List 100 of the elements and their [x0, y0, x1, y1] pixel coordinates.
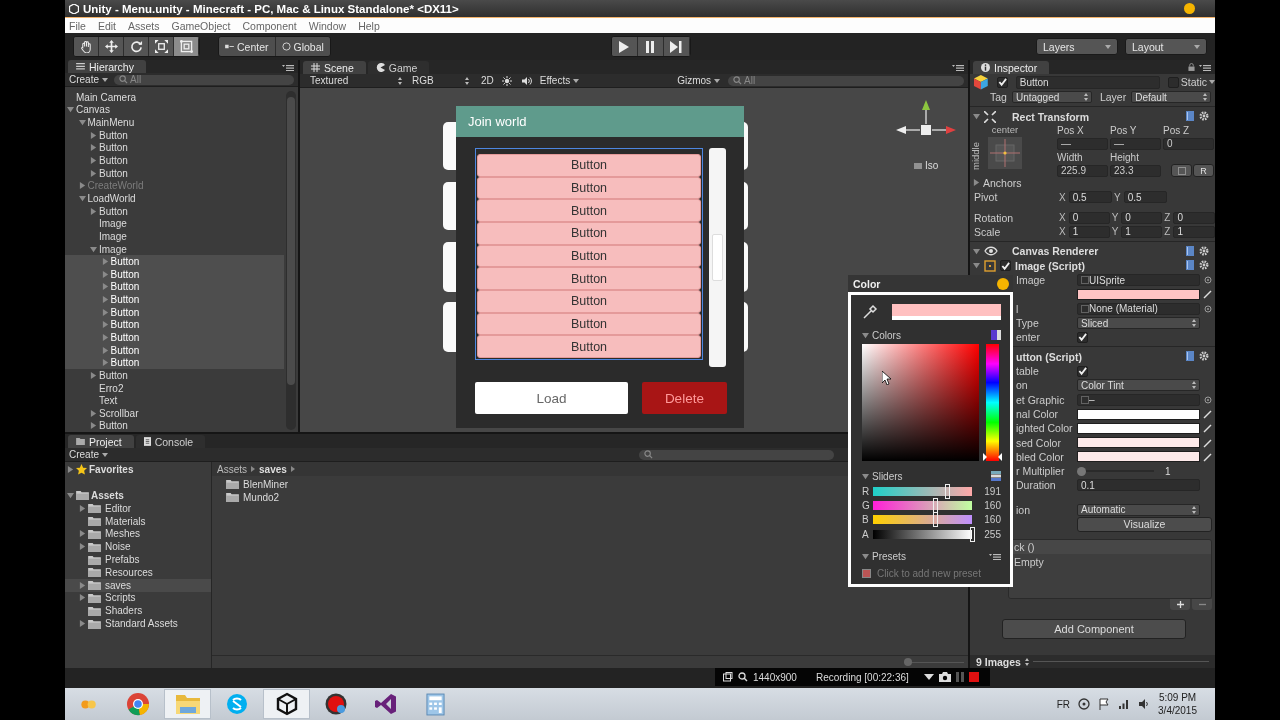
book-icon[interactable] [1185, 246, 1195, 256]
gear-icon[interactable] [1199, 351, 1209, 362]
tool-button[interactable] [124, 37, 149, 56]
list-button[interactable]: Button [477, 290, 701, 313]
list-button[interactable]: Button [477, 176, 701, 200]
panel-tab[interactable]: Inspector [973, 61, 1050, 74]
layout-dropdown[interactable]: Layout [1125, 38, 1207, 55]
number-field[interactable]: 1 [1068, 225, 1110, 238]
projection-label[interactable]: Iso [914, 160, 939, 171]
tree-item[interactable]: Button [65, 128, 284, 142]
name-field[interactable]: Button [1015, 75, 1160, 89]
create-dropdown[interactable]: Create [69, 449, 108, 460]
list-button[interactable]: Button [477, 199, 701, 222]
expand-arrow-icon[interactable] [862, 331, 869, 339]
menu-item[interactable]: File [69, 19, 86, 32]
expand-arrow-icon[interactable] [67, 491, 74, 499]
help-icon[interactable] [1078, 698, 1091, 710]
gear-icon[interactable] [1199, 111, 1209, 122]
list-button[interactable]: Button [477, 222, 701, 245]
tree-item[interactable]: Scrollbar [65, 407, 284, 420]
panel-tab[interactable]: Hierarchy [68, 60, 146, 73]
expand-arrow-icon[interactable] [973, 179, 980, 187]
eyedropper-icon[interactable] [1202, 423, 1213, 434]
number-field[interactable]: — [1057, 137, 1108, 150]
tree-item[interactable]: Noise [65, 540, 211, 554]
eyedropper-icon[interactable] [862, 303, 878, 320]
checkbox[interactable] [1077, 331, 1088, 343]
book-icon[interactable] [1185, 111, 1195, 122]
expand-arrow-icon[interactable] [90, 131, 97, 139]
expand-arrow-icon[interactable] [90, 207, 97, 215]
channel-value[interactable]: 255 [975, 528, 1001, 540]
number-field[interactable]: 0.5 [1123, 191, 1167, 204]
tree-item[interactable]: Button [65, 331, 284, 344]
gizmos-dropdown[interactable]: Gizmos [677, 75, 721, 86]
expand-arrow-icon[interactable] [90, 371, 97, 379]
lock-icon[interactable] [1188, 63, 1195, 71]
component-checkbox[interactable] [1000, 260, 1011, 272]
eyedropper-icon[interactable] [1202, 409, 1213, 419]
expand-arrow-icon[interactable] [79, 581, 86, 589]
dropdown[interactable]: Color Tint [1077, 379, 1200, 392]
eyedropper-icon[interactable] [1202, 289, 1213, 300]
menu-item[interactable]: GameObject [171, 19, 231, 32]
play-button[interactable] [611, 37, 638, 56]
flag-icon[interactable] [1098, 698, 1111, 710]
slider-thumb[interactable] [969, 526, 975, 542]
color-swatch[interactable] [1077, 437, 1200, 449]
menu-item[interactable]: Window [308, 19, 347, 32]
tool-button[interactable] [74, 37, 99, 56]
zoom-icon[interactable] [723, 672, 733, 682]
camera-icon[interactable] [938, 672, 951, 682]
clock-date[interactable]: 3/4/2015 [1158, 705, 1197, 716]
palette-icon[interactable] [991, 330, 1001, 340]
search-field[interactable] [639, 449, 834, 460]
component-title[interactable]: Canvas Renderer [1012, 245, 1099, 258]
menu-icon[interactable] [1199, 64, 1211, 71]
number-field[interactable]: 1 [1121, 225, 1163, 238]
pause-button[interactable] [637, 37, 664, 56]
zoom-slider[interactable] [904, 658, 964, 666]
delete-button[interactable]: Delete [641, 382, 727, 414]
tree-item[interactable]: Button [65, 369, 284, 382]
list-button[interactable]: Button [477, 267, 701, 291]
space-toggle[interactable]: Global [275, 37, 330, 56]
menu-item[interactable]: Edit [97, 19, 116, 32]
tree-item[interactable]: Editor [65, 502, 211, 515]
book-icon[interactable] [1185, 260, 1195, 271]
tree-item[interactable]: Button [65, 141, 284, 155]
tool-button[interactable] [174, 37, 199, 56]
slider-thumb[interactable] [932, 498, 938, 514]
resolution-label[interactable]: 1440x900 [753, 671, 797, 683]
target-icon[interactable] [1203, 276, 1212, 285]
channel-slider[interactable] [873, 486, 972, 496]
list-button[interactable]: Button [477, 244, 701, 268]
stop-icon[interactable] [968, 672, 979, 682]
panel-tab[interactable]: Project [68, 435, 134, 448]
tree-item[interactable]: LoadWorld [65, 192, 284, 205]
tree-item[interactable]: Button [65, 293, 284, 306]
breadcrumb-item[interactable]: Assets [217, 463, 247, 475]
tree-item[interactable]: Button [65, 166, 284, 180]
slider-thumb[interactable] [932, 512, 938, 528]
target-icon[interactable] [1203, 395, 1212, 404]
tree-item[interactable]: Erro2 [65, 381, 284, 395]
pivot-toggle[interactable]: Center [219, 37, 276, 56]
channel-slider[interactable] [873, 515, 972, 525]
dropdown[interactable]: Automatic [1077, 503, 1200, 516]
tree-item[interactable]: Scripts [65, 591, 211, 605]
tree-item[interactable]: MainMenu [65, 116, 284, 129]
caret-icon[interactable] [923, 674, 934, 680]
checkbox[interactable] [1077, 365, 1088, 377]
expand-arrow-icon[interactable] [67, 465, 74, 473]
search-icon[interactable] [738, 672, 748, 682]
scrollbar[interactable] [709, 148, 726, 367]
tree-item[interactable]: Text [65, 394, 284, 407]
channel-slider[interactable] [873, 501, 972, 511]
active-checkbox[interactable] [996, 76, 1008, 88]
tree-item[interactable]: Image [65, 217, 284, 231]
remove-icon[interactable] [1192, 599, 1212, 611]
color-swatch[interactable] [1077, 422, 1200, 434]
expand-arrow-icon[interactable] [90, 409, 97, 417]
tool-button[interactable] [99, 37, 124, 56]
tag-dropdown[interactable]: Untagged [1011, 91, 1092, 104]
